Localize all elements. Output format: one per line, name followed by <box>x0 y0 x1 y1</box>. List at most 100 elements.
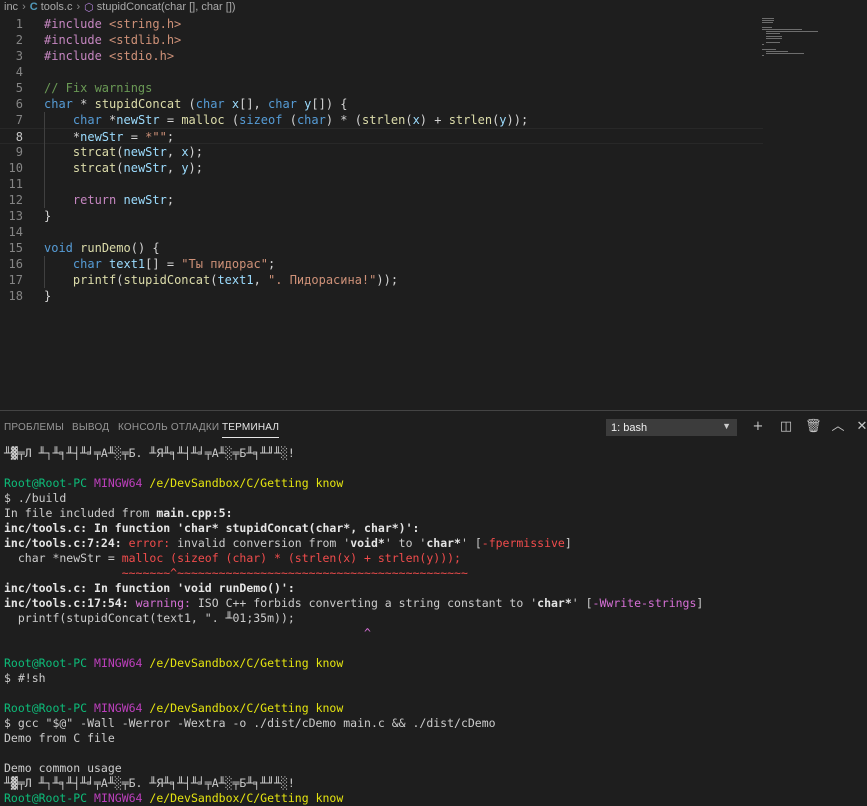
code-text: char text1[] = "Ты пидорас"; <box>72 257 276 271</box>
code-line[interactable]: 7 char *newStr = malloc (sizeof (char) *… <box>0 112 760 128</box>
terminal-line: Root@Root-PC MINGW64 /e/DevSandbox/C/Get… <box>4 656 344 670</box>
minimap-line <box>766 53 804 55</box>
terminal-selector-value: 1: bash <box>611 422 648 434</box>
chevron-right-icon: › <box>22 1 26 13</box>
minimap-line <box>766 33 780 35</box>
code-line[interactable]: 14 <box>0 224 760 240</box>
code-line[interactable]: 3 #include <stdio.h> <box>0 48 760 64</box>
code-text: strcat(newStr, y); <box>72 161 203 175</box>
terminal-output[interactable]: ╨▓╤Л ╨┐╨╕╨┤╨╛╤А╨░╤Б. ╨Я╨╕╨┤╨╛╤А╨░╤Б╨╕╨╜╨… <box>4 446 864 805</box>
minimap-line <box>766 51 788 52</box>
code-line[interactable]: 8 *newStr = *""; <box>0 128 763 144</box>
tab-debug-console[interactable]: КОНСОЛЬ ОТЛАДКИ <box>118 422 219 433</box>
terminal-line: inc/tools.c:7:24: error: invalid convers… <box>4 536 572 550</box>
terminal-line: Demo common usage <box>4 761 122 775</box>
minimap-line <box>766 31 818 33</box>
code-text: return newStr; <box>72 193 175 207</box>
tab-terminal[interactable]: ТЕРМИНАЛ <box>222 422 280 438</box>
terminal-line: Root@Root-PC MINGW64 /e/DevSandbox/C/Get… <box>4 476 344 490</box>
line-number: 17 <box>8 273 23 287</box>
chevron-down-icon: ▼ <box>722 421 731 431</box>
code-text: } <box>44 209 52 223</box>
code-line[interactable]: 11 <box>0 176 760 192</box>
line-number: 9 <box>15 145 23 159</box>
indent-guide <box>44 112 45 208</box>
line-number: 13 <box>8 209 23 223</box>
terminal-line: Demo from C file <box>4 731 115 745</box>
terminal-line: inc/tools.c:17:54: warning: ISO C++ forb… <box>4 596 704 610</box>
line-number: 4 <box>15 65 23 79</box>
indent-guide <box>44 256 45 288</box>
code-text: #include <string.h> <box>44 17 182 31</box>
line-number: 16 <box>8 257 23 271</box>
code-line[interactable]: 9 strcat(newStr, x); <box>0 144 760 160</box>
code-line[interactable]: 2 #include <stdlib.h> <box>0 32 760 48</box>
function-icon: ⬡ <box>84 1 94 14</box>
line-number: 18 <box>8 289 23 303</box>
code-editor[interactable]: 1 #include <string.h> 2 #include <stdlib.h>… <box>0 14 867 410</box>
minimap-line <box>762 18 774 19</box>
terminal-line: $ ./build <box>4 491 67 505</box>
terminal-line: ╨▓╤Л ╨┐╨╕╨┤╨╛╤А╨░╤Б. ╨Я╨╕╨┤╨╛╤А╨░╤Б╨╕╨╜╨… <box>4 776 295 790</box>
terminal-line: $ #!sh <box>4 671 46 685</box>
line-number: 10 <box>8 161 23 175</box>
breadcrumb-symbol[interactable]: stupidConcat(char [], char []) <box>97 1 236 13</box>
terminal-line: ╨▓╤Л ╨┐╨╕╨┤╨╛╤А╨░╤Б. ╨Я╨╕╨┤╨╛╤А╨░╤Б╨╕╨╜╨… <box>4 446 295 460</box>
terminal-line: inc/tools.c: In function 'void runDemo()… <box>4 581 295 595</box>
terminal-line: $ gcc "$@" -Wall -Werror -Wextra -o ./di… <box>4 716 496 730</box>
code-text: #include <stdio.h> <box>44 49 175 63</box>
code-line[interactable]: 5 // Fix warnings <box>0 80 760 96</box>
code-line[interactable]: 16 char text1[] = "Ты пидорас"; <box>0 256 760 272</box>
minimap-line <box>762 26 772 28</box>
terminal-line: char *newStr = malloc (sizeof (char) * (… <box>4 551 461 565</box>
terminal-line: inc/tools.c: In function 'char* stupidCo… <box>4 521 420 535</box>
breadcrumb-file[interactable]: tools.c <box>41 1 73 13</box>
code-line[interactable]: 10 strcat(newStr, y); <box>0 160 760 176</box>
minimap[interactable] <box>762 14 842 74</box>
code-text: void runDemo() { <box>44 241 160 255</box>
trash-icon[interactable]: 🗑 <box>805 420 822 434</box>
terminal-line: In file included from main.cpp:5: <box>4 506 233 520</box>
tab-output[interactable]: ВЫВОД <box>72 422 109 433</box>
code-line[interactable]: 18} <box>0 288 760 304</box>
code-text: #include <stdlib.h> <box>44 33 182 47</box>
terminal-line: Root@Root-PC MINGW64 /e/DevSandbox/C/Get… <box>4 791 344 805</box>
code-line[interactable]: 17 printf(stupidConcat(text1, ". Пидорас… <box>0 272 760 288</box>
minimap-line <box>762 48 776 50</box>
breadcrumb-folder[interactable]: inc <box>4 1 18 13</box>
terminal-line: printf(stupidConcat(text1, ". ╨01;35m)); <box>4 611 295 625</box>
close-icon[interactable]: ✕ <box>855 420 867 434</box>
code-line[interactable]: 1 #include <string.h> <box>0 16 760 32</box>
minimap-line <box>762 22 773 24</box>
code-text: *newStr = *""; <box>44 130 175 144</box>
terminal-line: ~~~~~~~^~~~~~~~~~~~~~~~~~~~~~~~~~~~~~~~~… <box>121 566 468 580</box>
terminal-selector[interactable]: 1: bash ▼ <box>606 419 737 436</box>
chevron-right-icon: › <box>76 1 81 13</box>
line-number: 11 <box>8 177 23 191</box>
code-line[interactable]: 4 <box>0 64 760 80</box>
plus-icon[interactable]: + <box>751 420 765 434</box>
minimap-line <box>766 37 782 39</box>
terminal-line: ^ <box>364 626 371 640</box>
c-file-icon: C <box>29 1 38 13</box>
line-number: 3 <box>15 49 23 63</box>
minimap-line <box>762 55 764 57</box>
minimap-line <box>762 44 764 46</box>
line-number: 14 <box>8 225 23 239</box>
line-number: 15 <box>8 241 23 255</box>
code-line[interactable]: 6 char * stupidConcat (char x[], char y[]… <box>0 96 760 112</box>
code-line[interactable]: 15 void runDemo() { <box>0 240 760 256</box>
minimap-line <box>766 35 782 37</box>
minimap-line <box>762 29 802 30</box>
line-number: 6 <box>15 97 23 111</box>
code-text: strcat(newStr, x); <box>72 145 203 159</box>
code-line[interactable]: 13} <box>0 208 760 224</box>
terminal-line: Root@Root-PC MINGW64 /e/DevSandbox/C/Get… <box>4 701 344 715</box>
split-icon[interactable]: ◫ <box>779 420 793 434</box>
tab-problems[interactable]: ПРОБЛЕМЫ <box>4 422 64 433</box>
code-text: printf(stupidConcat(text1, ". Пидорасина… <box>72 273 399 287</box>
line-number: 1 <box>15 17 23 31</box>
code-line[interactable]: 12 return newStr; <box>0 192 760 208</box>
chevron-up-icon[interactable]: ︿ <box>831 420 845 434</box>
line-number: 8 <box>15 130 23 144</box>
